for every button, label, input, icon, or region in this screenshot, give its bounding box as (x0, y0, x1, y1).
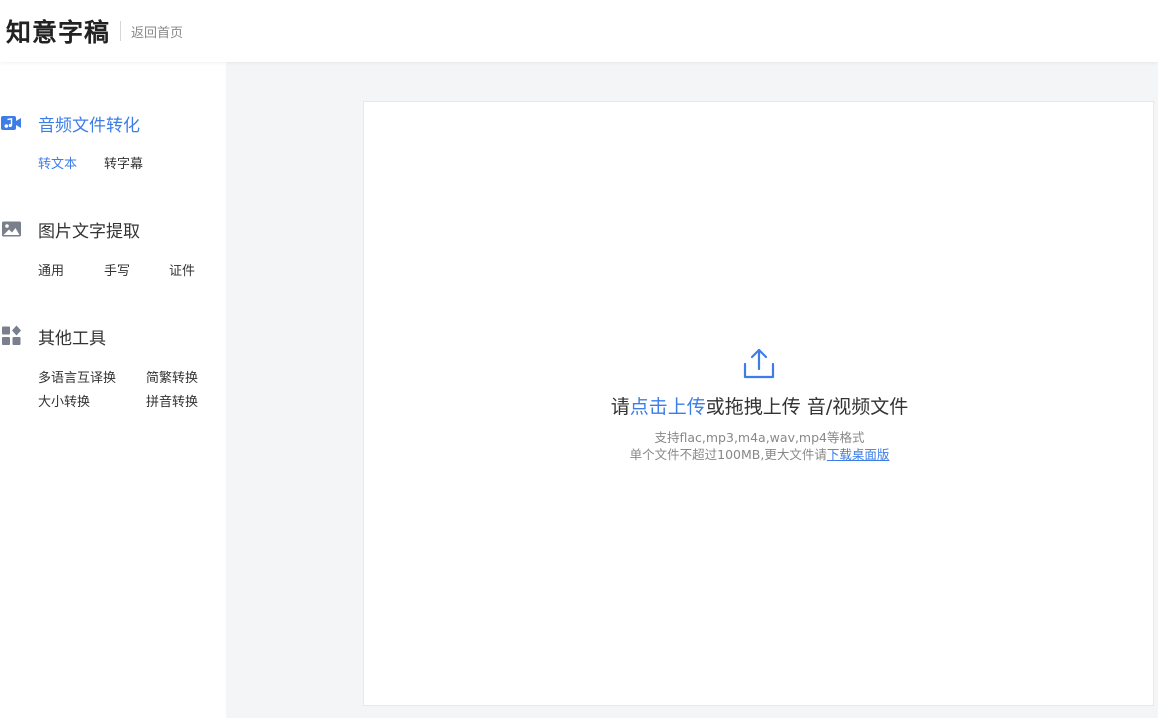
download-desktop-link[interactable]: 下载桌面版 (827, 447, 890, 462)
sidebar-item-to-text[interactable]: 转文本 (38, 153, 77, 172)
sidebar-group-title-audio[interactable]: 音频文件转化 (0, 111, 140, 136)
sidebar-item-translate[interactable]: 多语言互译换 (38, 367, 116, 386)
upload-suffix: 或拖拽上传 音/视频文件 (705, 396, 909, 418)
sidebar-group-label: 音频文件转化 (38, 115, 140, 136)
sidebar-group-title-tools[interactable]: 其他工具 (0, 324, 106, 349)
image-icon (0, 217, 26, 241)
sidebar-item-general[interactable]: 通用 (38, 260, 64, 279)
upload-instructions: 请点击上传或拖拽上传 音/视频文件 (364, 392, 1155, 419)
sidebar-group-title-image[interactable]: 图片文字提取 (0, 217, 140, 242)
sidebar-item-id-card[interactable]: 证件 (169, 260, 195, 279)
back-home-link[interactable]: 返回首页 (131, 22, 183, 41)
header-divider (120, 21, 122, 41)
upload-prefix: 请 (610, 396, 630, 418)
sidebar-group-label: 图片文字提取 (38, 221, 140, 242)
app-logo[interactable]: 知意字稿 (6, 13, 110, 49)
sidebar-item-pinyin[interactable]: 拼音转换 (146, 391, 198, 410)
sidebar-item-case-convert[interactable]: 大小转换 (38, 391, 90, 410)
sidebar-item-to-subtitle[interactable]: 转字幕 (104, 153, 143, 172)
sidebar-group-label: 其他工具 (38, 328, 106, 349)
sidebar: 音频文件转化 转文本 转字幕 图片文字提取 通用 手写 证件 其他工具 多语言互… (0, 62, 226, 718)
sidebar-item-handwriting[interactable]: 手写 (104, 260, 130, 279)
size-hint: 单个文件不超过100MB,更大文件请 (629, 447, 827, 462)
sidebar-item-simp-trad[interactable]: 简繁转换 (146, 367, 198, 386)
music-video-icon (0, 111, 26, 135)
upload-dropzone[interactable]: 请点击上传或拖拽上传 音/视频文件 支持flac,mp3,m4a,wav,mp4… (363, 101, 1154, 706)
size-hint-line: 单个文件不超过100MB,更大文件请下载桌面版 (364, 444, 1155, 463)
top-header: 知意字稿 返回首页 (0, 0, 1158, 62)
click-upload-link[interactable]: 点击上传 (630, 396, 706, 418)
apps-icon (0, 324, 26, 348)
upload-icon[interactable] (742, 347, 776, 381)
